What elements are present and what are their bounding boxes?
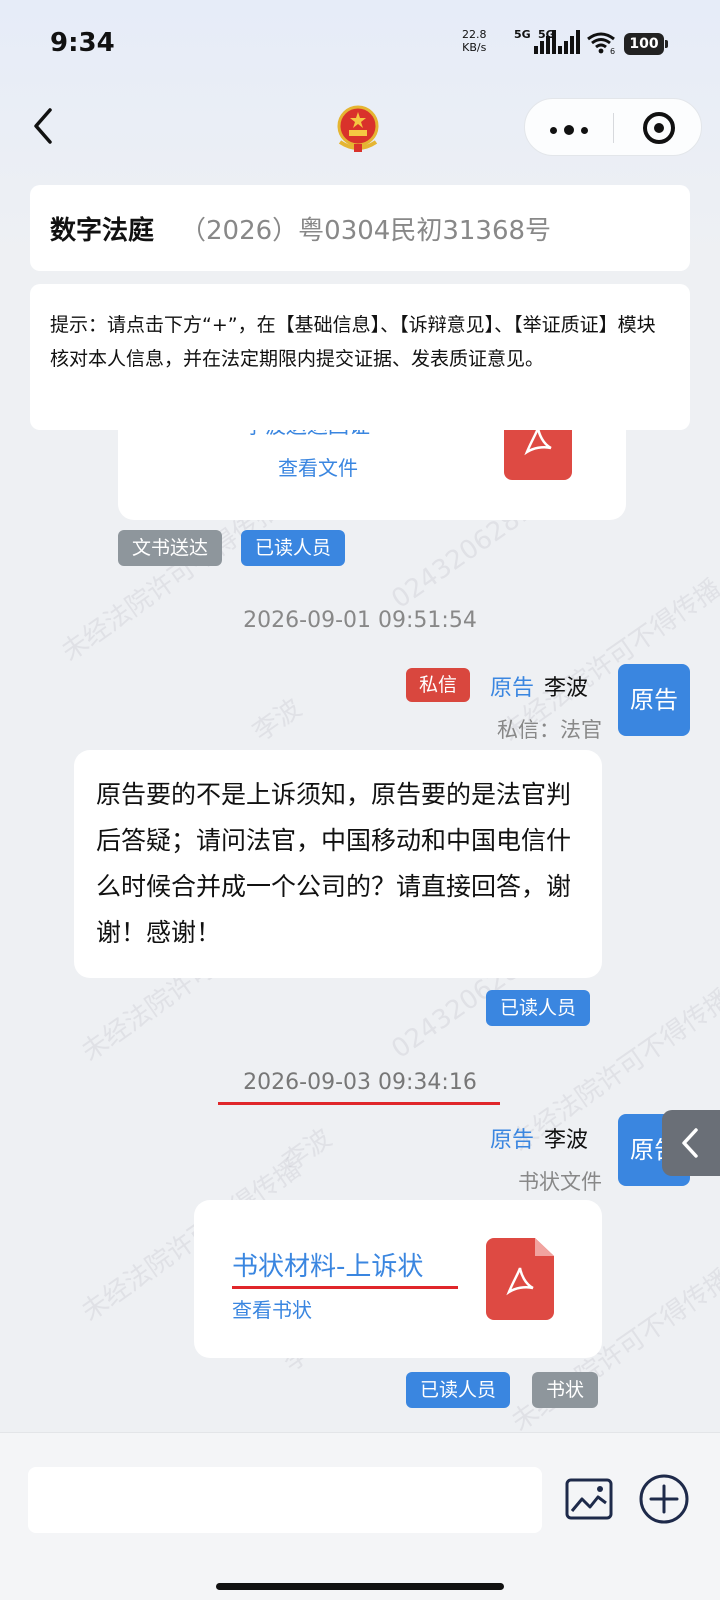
sender-role: 原告 <box>490 676 535 701</box>
image-icon[interactable] <box>564 1477 614 1521</box>
file-title: 书状材料-上诉状 <box>232 1252 424 1282</box>
view-file-link[interactable]: 查看文件 <box>278 452 358 481</box>
sender-info: 原告 李波 <box>490 670 588 702</box>
sim1-label: 5G <box>514 28 531 41</box>
net-speed-value: 22.8 <box>462 28 487 41</box>
message-input[interactable] <box>28 1467 542 1533</box>
pdf-icon <box>486 1238 554 1320</box>
input-bar <box>0 1432 720 1600</box>
sim2-label: 5G <box>538 28 555 41</box>
read-users-button[interactable]: 已读人员 <box>486 990 591 1026</box>
net-speed-unit: KB/s <box>462 41 487 54</box>
message-subtitle: 私信：法官 <box>497 718 602 742</box>
close-miniprogram-icon[interactable] <box>643 112 675 144</box>
tag-pleading: 书状 <box>532 1372 599 1408</box>
national-emblem-icon <box>337 105 379 152</box>
sender-name: 李波 <box>544 1128 589 1153</box>
status-time: 9:34 <box>50 28 115 58</box>
case-header: 数字法庭 （2026）粤0304民初31368号 <box>30 185 690 271</box>
chevron-left-icon <box>682 1128 698 1158</box>
watermark: 李波 <box>247 693 308 748</box>
message-timestamp: 2026-09-01 09:51:54 <box>243 608 477 633</box>
read-users-button[interactable]: 已读人员 <box>406 1372 511 1408</box>
watermark: 李波 <box>277 1123 338 1178</box>
message-bubble: 原告要的不是上诉须知，原告要的是法官判后答疑；请问法官，中国移动和中国电信什么时… <box>74 750 602 978</box>
sender-name: 李波 <box>544 676 589 701</box>
tip-notice: 提示：请点击下方“+”，在【基础信息】、【诉辩意见】、【举证质证】模块核对本人信… <box>30 284 690 430</box>
sender-role: 原告 <box>490 1128 535 1153</box>
home-indicator[interactable] <box>216 1583 504 1590</box>
wifi-badge: 6 <box>610 47 615 54</box>
back-icon[interactable] <box>26 106 62 146</box>
red-underline <box>218 1102 500 1105</box>
file-card[interactable]: 书状材料-上诉状 查看书状 <box>194 1200 602 1358</box>
net-speed: 22.8 KB/s <box>462 28 487 54</box>
plus-icon[interactable] <box>638 1473 690 1525</box>
tag-document-delivery: 文书送达 <box>118 530 223 566</box>
page-title: 数字法庭 <box>50 215 155 246</box>
view-document-link[interactable]: 查看书状 <box>232 1294 312 1323</box>
avatar[interactable]: 原告 <box>618 664 690 736</box>
case-number: （2026）粤0304民初31368号 <box>180 215 552 246</box>
red-underline <box>232 1286 458 1289</box>
more-icon[interactable] <box>550 125 588 135</box>
side-drawer-toggle[interactable] <box>662 1110 720 1176</box>
mini-program-capsule <box>524 98 702 156</box>
signal-2-icon: 5G <box>538 28 580 54</box>
battery-indicator: 100 <box>624 33 668 55</box>
wifi-icon: 6 <box>587 32 615 54</box>
read-users-button[interactable]: 已读人员 <box>241 530 346 566</box>
message-subtitle: 书状文件 <box>518 1170 602 1194</box>
private-message-tag: 私信 <box>406 668 471 702</box>
sender-info: 原告 李波 <box>490 1122 588 1154</box>
message-timestamp: 2026-09-03 09:34:16 <box>243 1070 477 1095</box>
